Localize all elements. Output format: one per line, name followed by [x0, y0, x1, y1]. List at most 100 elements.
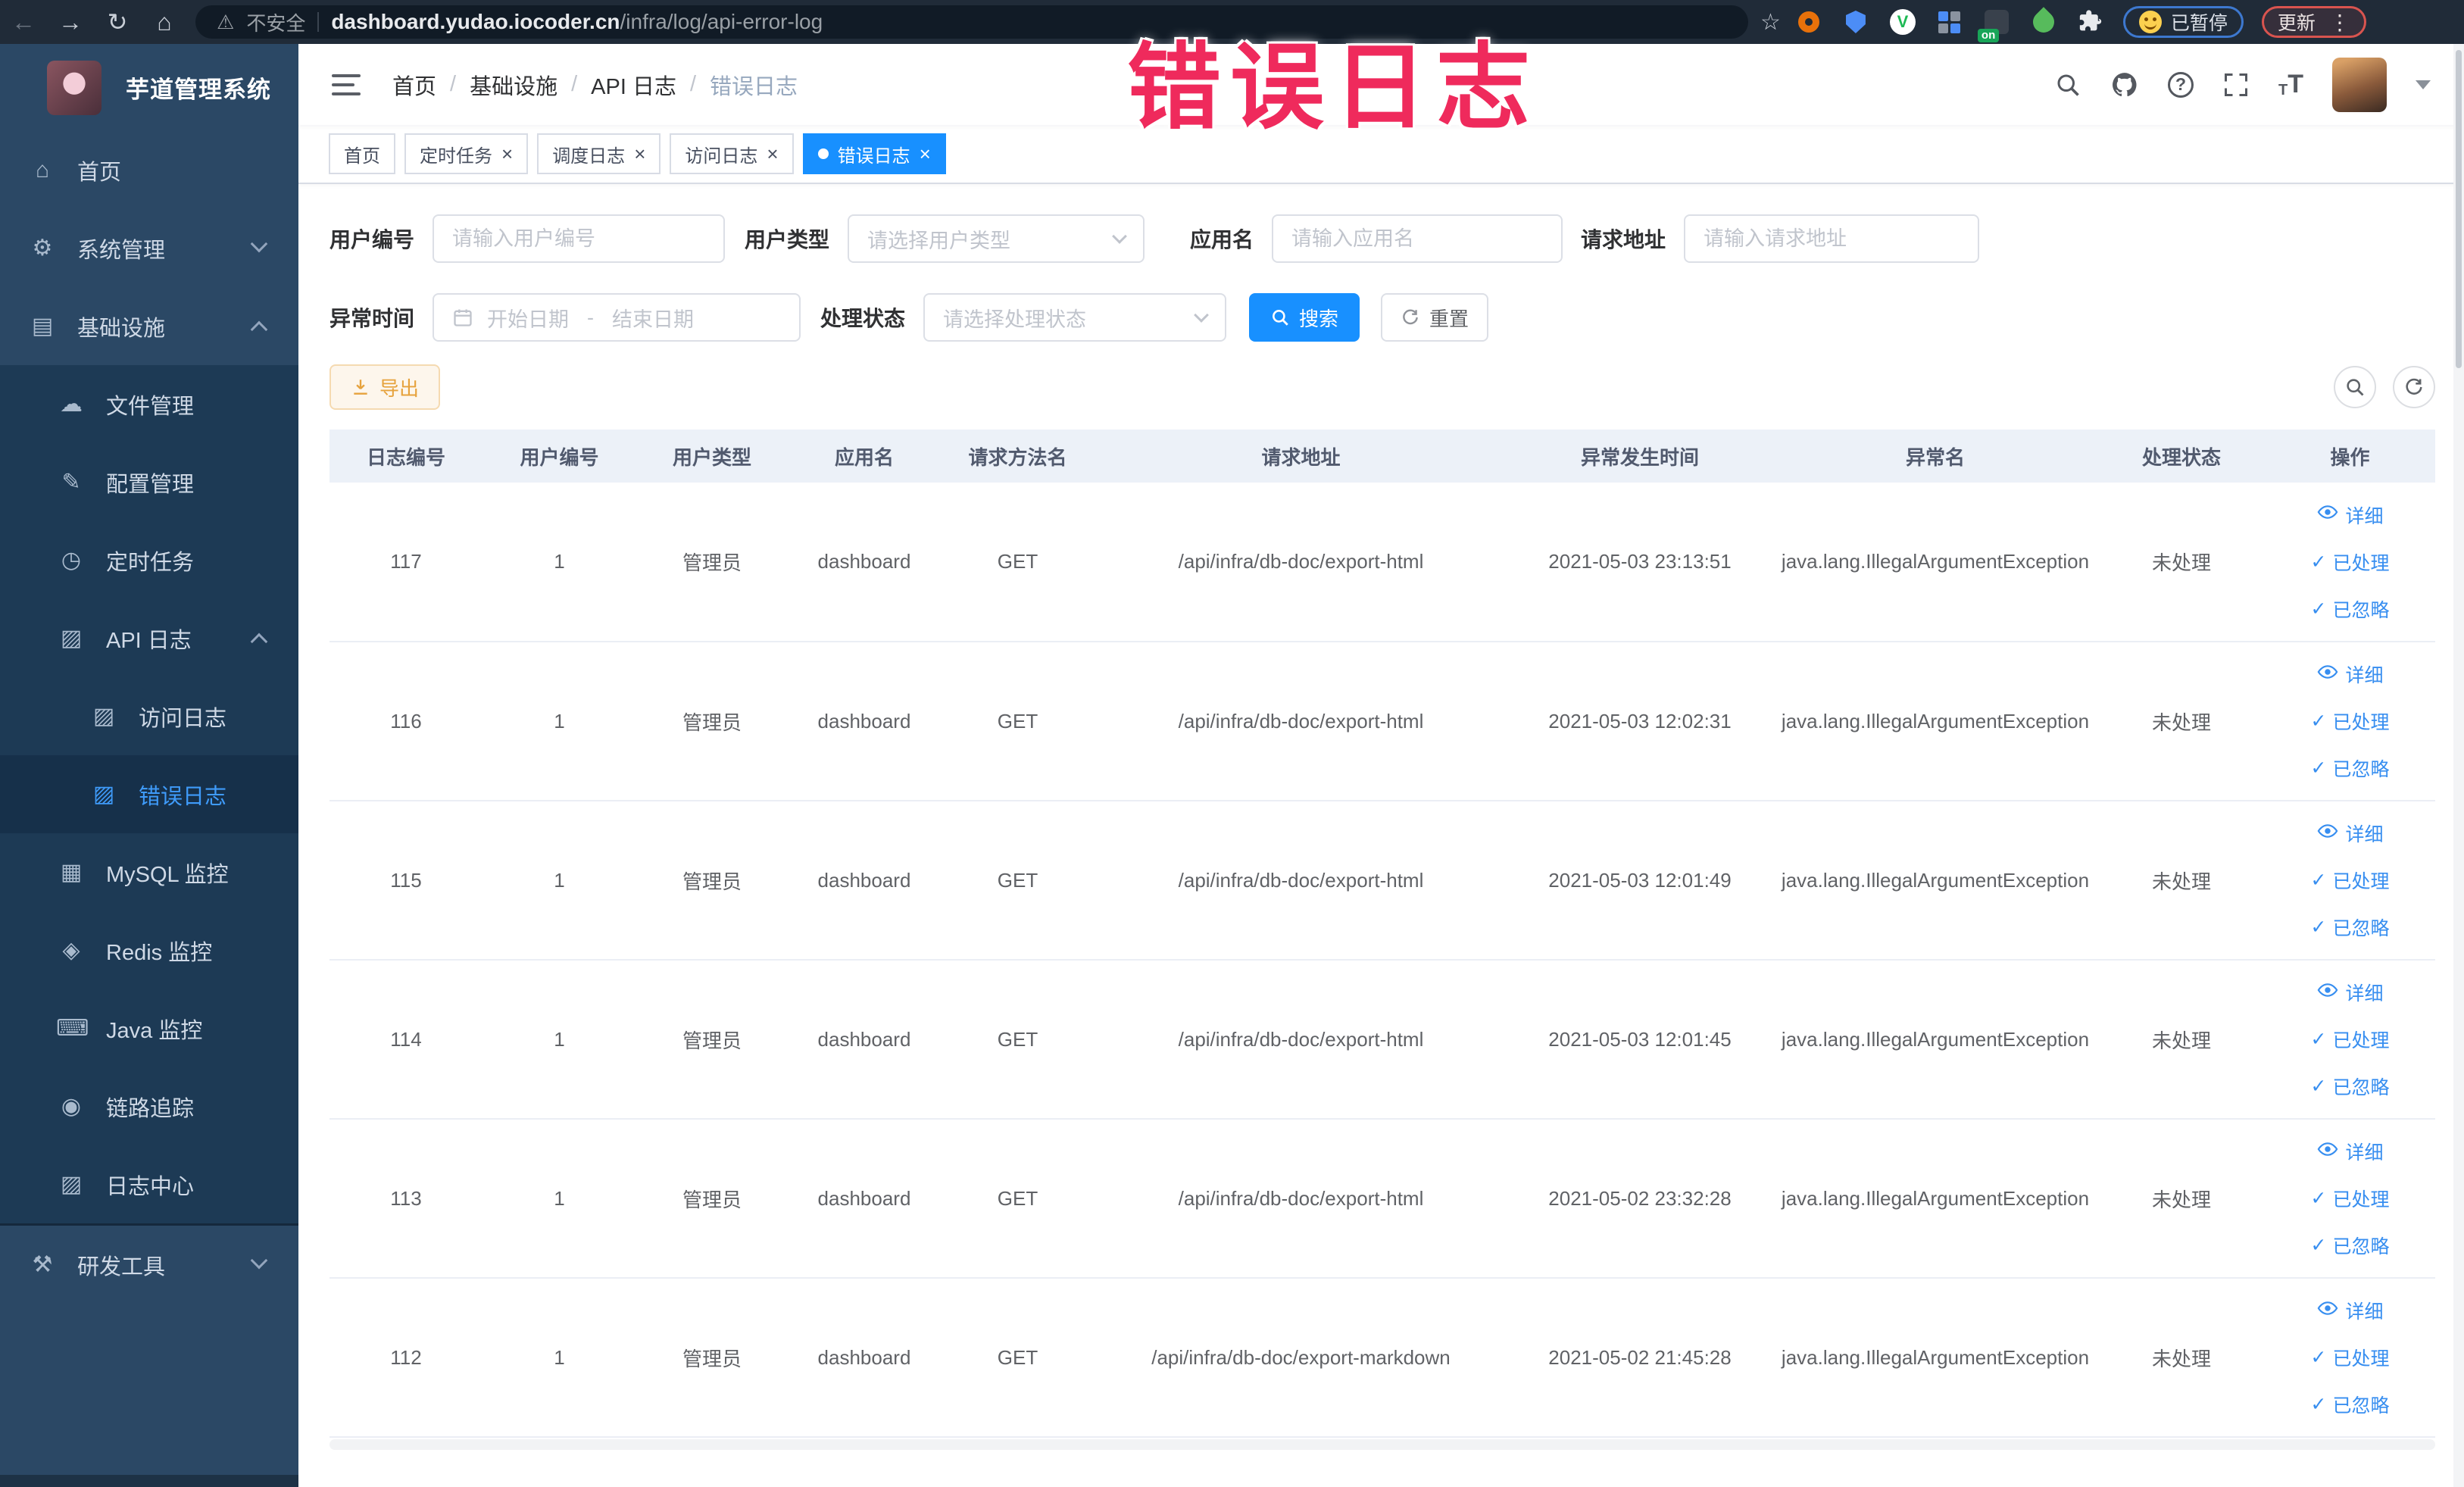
- detail-link[interactable]: 详细: [2271, 492, 2429, 539]
- detail-link[interactable]: 详细: [2271, 1287, 2429, 1334]
- cell-method: GET: [941, 1278, 1095, 1438]
- font-size-icon[interactable]: TT: [2278, 70, 2303, 99]
- tab-访问日志[interactable]: 访问日志 ×: [670, 133, 794, 174]
- mark-processed-link[interactable]: ✓ 已处理: [2271, 1016, 2429, 1063]
- sidebar-item-研发工具[interactable]: ⚒ 研发工具: [0, 1226, 298, 1304]
- request-url-input[interactable]: [1684, 214, 1980, 263]
- cell-id: 116: [329, 642, 482, 801]
- forward-icon[interactable]: →: [47, 8, 94, 36]
- mark-ignored-link[interactable]: ✓ 已忽略: [2271, 586, 2429, 633]
- detail-link[interactable]: 详细: [2271, 810, 2429, 857]
- date-range-picker[interactable]: 开始日期 - 结束日期: [433, 293, 801, 342]
- detail-link[interactable]: 详细: [2271, 969, 2429, 1016]
- cell-method: GET: [941, 642, 1095, 801]
- column-header-异常名: 异常名: [1772, 430, 2098, 483]
- user-id-input[interactable]: [433, 214, 726, 263]
- extensions-puzzle-icon[interactable]: [2076, 8, 2105, 36]
- access-log-icon: ▨: [92, 704, 115, 729]
- tools-icon: ⚒: [32, 1252, 53, 1277]
- extension-shield-icon[interactable]: [1841, 8, 1870, 36]
- sidebar-item-系统管理[interactable]: ⚙ 系统管理: [0, 209, 298, 287]
- user-avatar[interactable]: [2332, 57, 2387, 112]
- paused-extension-chip[interactable]: 已暂停: [2122, 6, 2244, 38]
- mark-processed-link[interactable]: ✓ 已处理: [2271, 698, 2429, 745]
- detail-link[interactable]: 详细: [2271, 1128, 2429, 1175]
- export-button[interactable]: 导出: [329, 364, 441, 410]
- bookmark-star-icon[interactable]: ☆: [1760, 9, 1781, 36]
- column-header-应用名: 应用名: [788, 430, 941, 483]
- table-scroll-track[interactable]: [329, 1439, 2435, 1450]
- extension-on-icon[interactable]: on: [1977, 8, 2011, 42]
- tab-首页[interactable]: 首页: [329, 133, 395, 174]
- detail-link[interactable]: 详细: [2271, 651, 2429, 698]
- sidebar-item-链路追踪[interactable]: ◉ 链路追踪: [0, 1067, 298, 1145]
- reset-button[interactable]: 重置: [1381, 293, 1489, 342]
- breadcrumb-item[interactable]: API 日志: [591, 69, 676, 101]
- sidebar-item-java-监控[interactable]: ⌨ Java 监控: [0, 989, 298, 1067]
- sidebar-item-文件管理[interactable]: ☁ 文件管理: [0, 365, 298, 443]
- mark-processed-link[interactable]: ✓ 已处理: [2271, 857, 2429, 904]
- mark-processed-link[interactable]: ✓ 已处理: [2271, 1175, 2429, 1222]
- app-logo-row[interactable]: 芋道管理系统: [0, 44, 298, 131]
- close-icon[interactable]: ×: [767, 144, 778, 164]
- toggle-search-button[interactable]: [2334, 366, 2376, 408]
- extension-leaf-icon[interactable]: [2028, 7, 2059, 37]
- sidebar-item-基础设施[interactable]: ▤ 基础设施: [0, 287, 298, 365]
- cell-time: 2021-05-03 12:01:45: [1507, 960, 1772, 1120]
- mark-processed-link[interactable]: ✓ 已处理: [2271, 539, 2429, 586]
- sidebar-item-mysql-监控[interactable]: ▦ MySQL 监控: [0, 833, 298, 911]
- cell-id: 117: [329, 483, 482, 642]
- mark-processed-link[interactable]: ✓ 已处理: [2271, 1334, 2429, 1381]
- extension-grid-icon[interactable]: [1935, 8, 1964, 36]
- github-icon[interactable]: [2110, 70, 2139, 99]
- sidebar-item-配置管理[interactable]: ✎ 配置管理: [0, 443, 298, 521]
- breadcrumb-item[interactable]: 基础设施: [470, 69, 557, 101]
- sidebar-item-redis-监控[interactable]: ◈ Redis 监控: [0, 911, 298, 989]
- table-tools: [2334, 366, 2435, 408]
- fullscreen-icon[interactable]: [2222, 71, 2250, 98]
- extension-orange-icon[interactable]: [1794, 8, 1823, 36]
- mark-ignored-link[interactable]: ✓ 已忽略: [2271, 1222, 2429, 1269]
- tab-定时任务[interactable]: 定时任务 ×: [404, 133, 529, 174]
- tab-错误日志[interactable]: 错误日志 ×: [802, 133, 946, 174]
- breadcrumb-separator: /: [571, 72, 578, 96]
- app-logo-image: [47, 60, 101, 115]
- close-icon[interactable]: ×: [920, 144, 931, 164]
- tab-label: 定时任务: [420, 145, 492, 167]
- sidebar-item-错误日志[interactable]: ▨ 错误日志: [0, 755, 298, 833]
- help-icon[interactable]: ?: [2168, 71, 2194, 98]
- breadcrumb-item[interactable]: 首页: [392, 69, 436, 101]
- avatar-caret-icon[interactable]: [2416, 80, 2431, 89]
- refresh-table-button[interactable]: [2393, 366, 2435, 408]
- reload-icon[interactable]: ↻: [94, 8, 141, 36]
- chrome-update-button[interactable]: 更新 ⋮: [2261, 6, 2366, 38]
- mark-ignored-link[interactable]: ✓ 已忽略: [2271, 1063, 2429, 1110]
- mark-ignored-link[interactable]: ✓ 已忽略: [2271, 745, 2429, 792]
- extension-v-icon[interactable]: V: [1888, 8, 1917, 36]
- chevron-up-icon: [250, 633, 268, 651]
- mark-ignored-link[interactable]: ✓ 已忽略: [2271, 1381, 2429, 1428]
- user-type-select[interactable]: 请选择用户类型: [848, 214, 1145, 263]
- page-scrollbar[interactable]: [2453, 44, 2464, 1487]
- close-icon[interactable]: ×: [501, 144, 513, 164]
- breadcrumb-item: 错误日志: [710, 74, 798, 99]
- back-icon[interactable]: ←: [0, 8, 47, 36]
- scrollbar-thumb[interactable]: [2456, 50, 2462, 368]
- sidebar-item-定时任务[interactable]: ◷ 定时任务: [0, 521, 298, 599]
- sidebar-item-首页[interactable]: ⌂ 首页: [0, 131, 298, 209]
- header-actions: ? TT: [2054, 57, 2431, 112]
- url-domain: dashboard.yudao.iocoder.cn: [331, 10, 620, 33]
- search-button[interactable]: 搜索: [1249, 293, 1360, 342]
- sidebar-item-日志中心[interactable]: ▨ 日志中心: [0, 1145, 298, 1223]
- menu-kebab-icon[interactable]: ⋮: [2329, 10, 2350, 35]
- mark-ignored-link[interactable]: ✓ 已忽略: [2271, 904, 2429, 951]
- sidebar-item-访问日志[interactable]: ▨ 访问日志: [0, 677, 298, 755]
- tab-调度日志[interactable]: 调度日志 ×: [537, 133, 661, 174]
- hamburger-icon[interactable]: [332, 73, 361, 95]
- home-icon[interactable]: ⌂: [141, 8, 188, 36]
- close-icon[interactable]: ×: [634, 144, 645, 164]
- status-select[interactable]: 请选择处理状态: [923, 293, 1227, 342]
- sidebar-item-api-日志[interactable]: ▨ API 日志: [0, 599, 298, 677]
- app-name-input[interactable]: [1272, 214, 1563, 263]
- search-icon[interactable]: [2054, 71, 2081, 98]
